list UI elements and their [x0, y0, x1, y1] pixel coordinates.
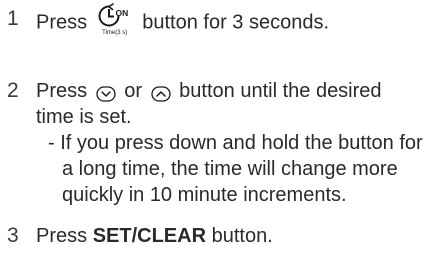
step-line: Press or button until the desired — [36, 78, 436, 104]
step-text: Press SET/CLEAR button. — [36, 223, 436, 249]
timer-icon-caption: Time(3 s) — [102, 30, 128, 36]
timer-on-icon: ON Time(3 s) — [96, 2, 134, 36]
or-text: or — [124, 80, 143, 102]
timer-icon-text: ON — [115, 8, 128, 18]
step-1-rest: button for 3 seconds. — [142, 11, 330, 34]
chevron-down-button-icon — [96, 83, 116, 102]
step-3-rest: button. — [211, 225, 273, 247]
step-number: 1 — [7, 7, 19, 30]
set-clear-label: SET/CLEAR — [92, 225, 207, 247]
step-line: Press ON Time(3 s) button for 3 seconds. — [36, 3, 436, 40]
step-line: Press SET/CLEAR button. — [36, 223, 436, 249]
chevron-up-button-icon — [150, 83, 171, 102]
step-text: Press or button until the desired time i… — [36, 78, 436, 208]
press-text: Press — [36, 11, 88, 34]
step-number: 3 — [7, 224, 19, 247]
step-text: Press ON Time(3 s) button for 3 seconds. — [36, 3, 436, 40]
note-line: - If you press down and hold the button … — [48, 132, 423, 154]
step-2-rest: button until the desired — [179, 80, 382, 102]
step-number: 2 — [7, 79, 19, 102]
press-text: Press — [36, 80, 88, 102]
note-line: quickly in 10 minute increments. — [62, 184, 347, 206]
step-line: time is set. — [36, 106, 132, 128]
note-line: a long time, the time will change more — [62, 158, 398, 180]
press-text: Press — [36, 225, 88, 247]
